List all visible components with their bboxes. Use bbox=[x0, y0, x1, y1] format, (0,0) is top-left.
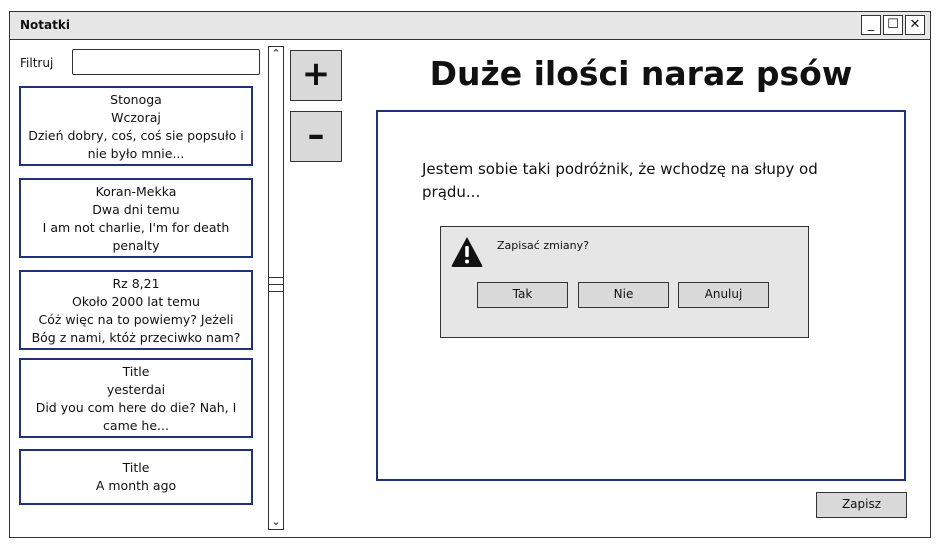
note-date: yesterdai bbox=[106, 382, 166, 397]
no-button[interactable]: Nie bbox=[578, 282, 669, 308]
note-title: Title bbox=[122, 364, 150, 379]
note-preview: Cóż więc na to powiemy? Jeżeli Bóg z nam… bbox=[31, 312, 241, 345]
note-preview: Dzień dobry, coś, coś sie popsuło i nie … bbox=[28, 128, 244, 161]
title-bar: Notatki _ ☐ ✕ bbox=[10, 12, 930, 40]
yes-button[interactable]: Tak bbox=[477, 282, 568, 308]
filter-label: Filtruj bbox=[20, 56, 54, 70]
note-preview: Did you com here do die? Nah, I came he.… bbox=[35, 400, 237, 433]
scroll-thumb[interactable] bbox=[269, 277, 283, 300]
close-button[interactable]: ✕ bbox=[905, 15, 925, 35]
scroll-down-icon[interactable]: ⌄ bbox=[269, 515, 283, 529]
note-date: A month ago bbox=[95, 478, 177, 493]
note-body: Jestem sobie taki podróżnik, że wchodzę … bbox=[422, 160, 818, 201]
remove-note-button[interactable]: – bbox=[290, 111, 342, 162]
note-title: Stonoga bbox=[110, 92, 162, 107]
app-window: Notatki _ ☐ ✕ Filtruj Stonoga Wczoraj Dz… bbox=[9, 11, 931, 538]
note-content-area[interactable]: Jestem sobie taki podróżnik, że wchodzę … bbox=[376, 110, 906, 481]
note-heading: Duże ilości naraz psów bbox=[429, 54, 853, 93]
notes-scrollbar[interactable]: ⌃ ⌄ bbox=[268, 46, 284, 530]
note-date: Wczoraj bbox=[111, 110, 161, 125]
cancel-button[interactable]: Anuluj bbox=[678, 282, 769, 308]
add-note-button[interactable]: + bbox=[290, 50, 342, 101]
note-title: Koran-Mekka bbox=[95, 184, 177, 199]
warning-icon bbox=[451, 237, 483, 267]
note-date: Około 2000 lat temu bbox=[72, 294, 200, 309]
filter-input[interactable] bbox=[72, 49, 260, 75]
note-item[interactable]: Koran-Mekka Dwa dni temu I am not charli… bbox=[19, 178, 253, 258]
minimize-button[interactable]: _ bbox=[861, 15, 881, 35]
note-preview: I am not charlie, I'm for death penalty bbox=[42, 220, 230, 253]
save-button[interactable]: Zapisz bbox=[816, 492, 907, 518]
note-title: Title bbox=[122, 460, 150, 475]
note-item[interactable]: Title yesterdai Did you com here do die?… bbox=[19, 358, 253, 438]
dialog-message: Zapisać zmiany? bbox=[497, 239, 589, 252]
note-title: Rz 8,21 bbox=[112, 276, 160, 291]
note-item[interactable]: Stonoga Wczoraj Dzień dobry, coś, coś si… bbox=[19, 86, 253, 166]
note-item[interactable]: Title A month ago bbox=[19, 449, 253, 505]
maximize-button[interactable]: ☐ bbox=[883, 15, 903, 35]
note-item[interactable]: Rz 8,21 Około 2000 lat temu Cóż więc na … bbox=[19, 270, 253, 350]
scroll-up-icon[interactable]: ⌃ bbox=[269, 47, 283, 61]
note-date: Dwa dni temu bbox=[92, 202, 180, 217]
window-title: Notatki bbox=[20, 18, 70, 32]
save-changes-dialog: Zapisać zmiany? Tak Nie Anuluj bbox=[440, 226, 809, 338]
